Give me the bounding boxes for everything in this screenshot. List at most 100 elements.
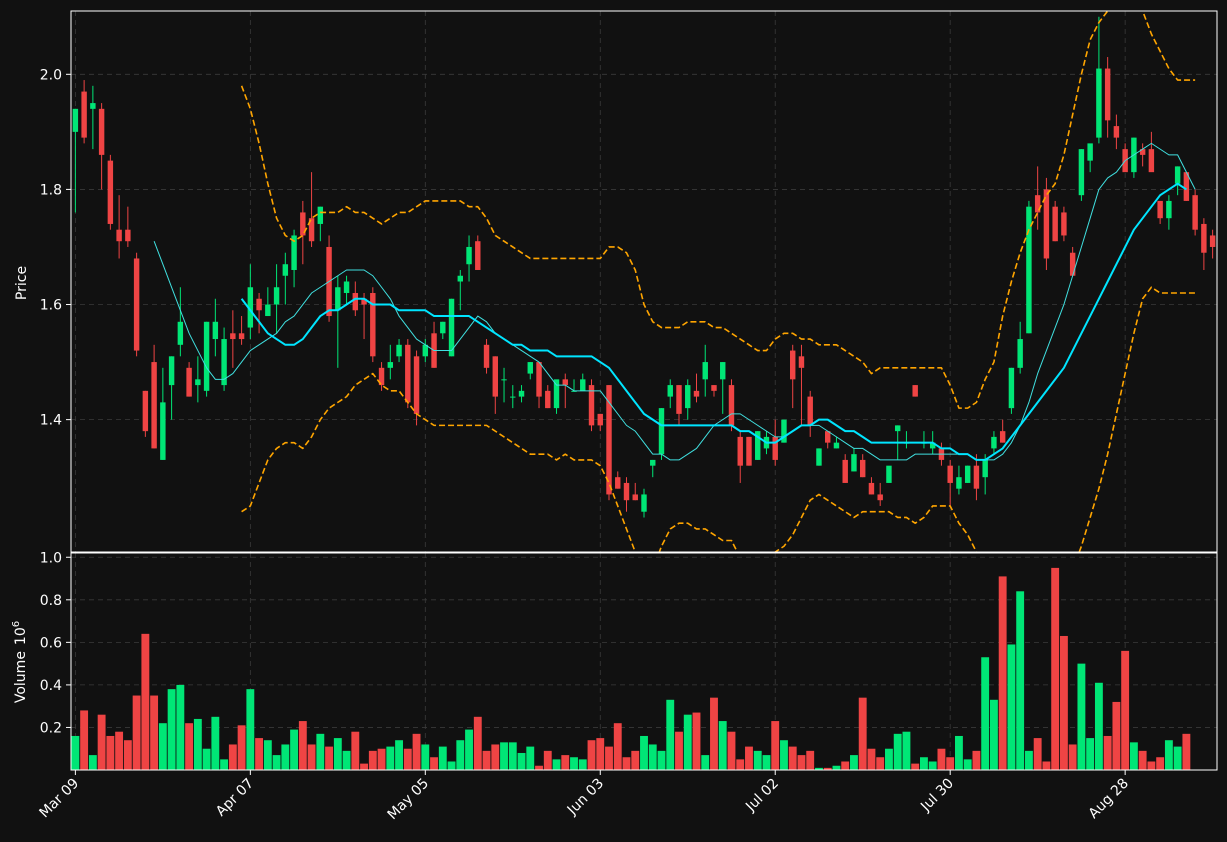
volume-bar — [806, 750, 815, 770]
volume-bar — [989, 699, 998, 770]
volume-bar — [648, 744, 657, 770]
volume-bar — [272, 755, 281, 770]
volume-bar — [920, 757, 928, 770]
volume-panel: 0.2 0.4 0.6 0.8 1.0 — [40, 550, 1218, 771]
volume-bar — [1138, 750, 1147, 770]
candle-body — [501, 379, 507, 381]
volume-bar — [981, 657, 990, 770]
candle-body — [833, 442, 840, 449]
candle-body — [685, 385, 691, 409]
volume-bar — [158, 723, 167, 770]
candle-body — [151, 362, 157, 449]
volume-bar — [185, 723, 194, 770]
volume-y-tick-label: 1.0 — [40, 550, 62, 566]
volume-bar — [771, 721, 780, 770]
volume-bar — [552, 759, 561, 770]
volume-bar — [298, 721, 307, 770]
volume-bar — [1024, 750, 1033, 770]
volume-bar — [141, 633, 150, 770]
volume-bar — [640, 735, 648, 770]
chart-svg: 1.41.61.82.0 0.20.40.60.81.0 Mar 09 Apr 0… — [0, 0, 1227, 842]
candle-body — [72, 108, 79, 132]
candle-body — [466, 246, 472, 265]
candle-body — [947, 465, 953, 483]
volume-bar — [132, 695, 141, 770]
volume-bar — [902, 731, 911, 770]
price-panel: 1.4 1.6 1.8 2.0 — [40, 10, 1218, 553]
volume-bar — [1094, 682, 1103, 770]
candle-body — [859, 459, 866, 478]
candle-body — [475, 241, 481, 270]
candle-body — [597, 413, 603, 426]
candle-body — [116, 229, 122, 242]
volume-bar — [176, 684, 185, 770]
volume-bar — [438, 746, 447, 770]
candle-body — [1087, 143, 1093, 161]
volume-bar — [692, 712, 701, 770]
candle-body — [335, 287, 341, 311]
volume-bar — [613, 723, 622, 770]
volume-bar — [368, 750, 377, 770]
candle-body — [413, 356, 420, 414]
candle-body — [991, 436, 997, 449]
candle-body — [545, 390, 551, 409]
candle-body — [142, 390, 149, 432]
volume-bar — [885, 748, 893, 770]
candle-body — [982, 459, 988, 478]
candle-body — [1113, 126, 1120, 138]
volume-bar — [998, 576, 1007, 770]
candle-body — [107, 160, 114, 224]
candle-body — [81, 91, 87, 138]
volume-bar — [1129, 742, 1138, 770]
candle-body — [798, 356, 805, 368]
volume-bar — [290, 729, 299, 770]
candle-body — [212, 321, 219, 340]
candle-body — [352, 293, 359, 311]
volume-bar — [333, 738, 342, 770]
volume-bar — [972, 750, 981, 770]
volume-bar — [841, 761, 850, 770]
volume-bar — [780, 740, 788, 770]
candle-body — [877, 494, 883, 501]
volume-bar — [718, 721, 727, 770]
volume-bar — [1147, 761, 1156, 770]
volume-bar — [1059, 635, 1068, 770]
volume-bar — [237, 725, 246, 770]
volume-bar — [893, 733, 902, 770]
candle-body — [492, 356, 498, 397]
candle-body — [317, 206, 324, 224]
candle-body — [1174, 166, 1181, 184]
candle-body — [956, 477, 962, 489]
volume-bar — [1077, 663, 1086, 770]
candle-body — [1096, 68, 1102, 138]
candle-body — [90, 103, 96, 109]
candle-body — [676, 385, 682, 414]
volume-bar — [570, 757, 578, 770]
volume-bar — [167, 689, 176, 770]
candle-body — [1209, 235, 1216, 247]
volume-bar — [71, 735, 80, 770]
volume-bar — [1164, 740, 1173, 770]
volume-bar — [377, 748, 386, 770]
volume-bar — [202, 748, 211, 770]
volume-bar — [1051, 567, 1060, 770]
candle-body — [1201, 223, 1207, 253]
volume-bar — [360, 763, 368, 770]
candle-body — [98, 108, 105, 155]
candle-body — [457, 275, 464, 282]
candle-body — [256, 298, 262, 311]
candle-body — [641, 494, 647, 512]
volume-bar — [395, 740, 403, 770]
candle-body — [580, 379, 586, 391]
volume-bar — [500, 742, 508, 770]
candle-body — [623, 482, 630, 501]
candle-body — [1166, 200, 1172, 219]
candle-body — [912, 385, 918, 397]
candle-body — [964, 465, 971, 483]
volume-bar — [351, 731, 360, 770]
candle-body — [527, 362, 533, 374]
candle-body — [851, 454, 857, 472]
volume-y-tick-label: 0.4 — [40, 678, 62, 694]
candle-body — [702, 362, 708, 380]
volume-bar — [963, 759, 972, 770]
